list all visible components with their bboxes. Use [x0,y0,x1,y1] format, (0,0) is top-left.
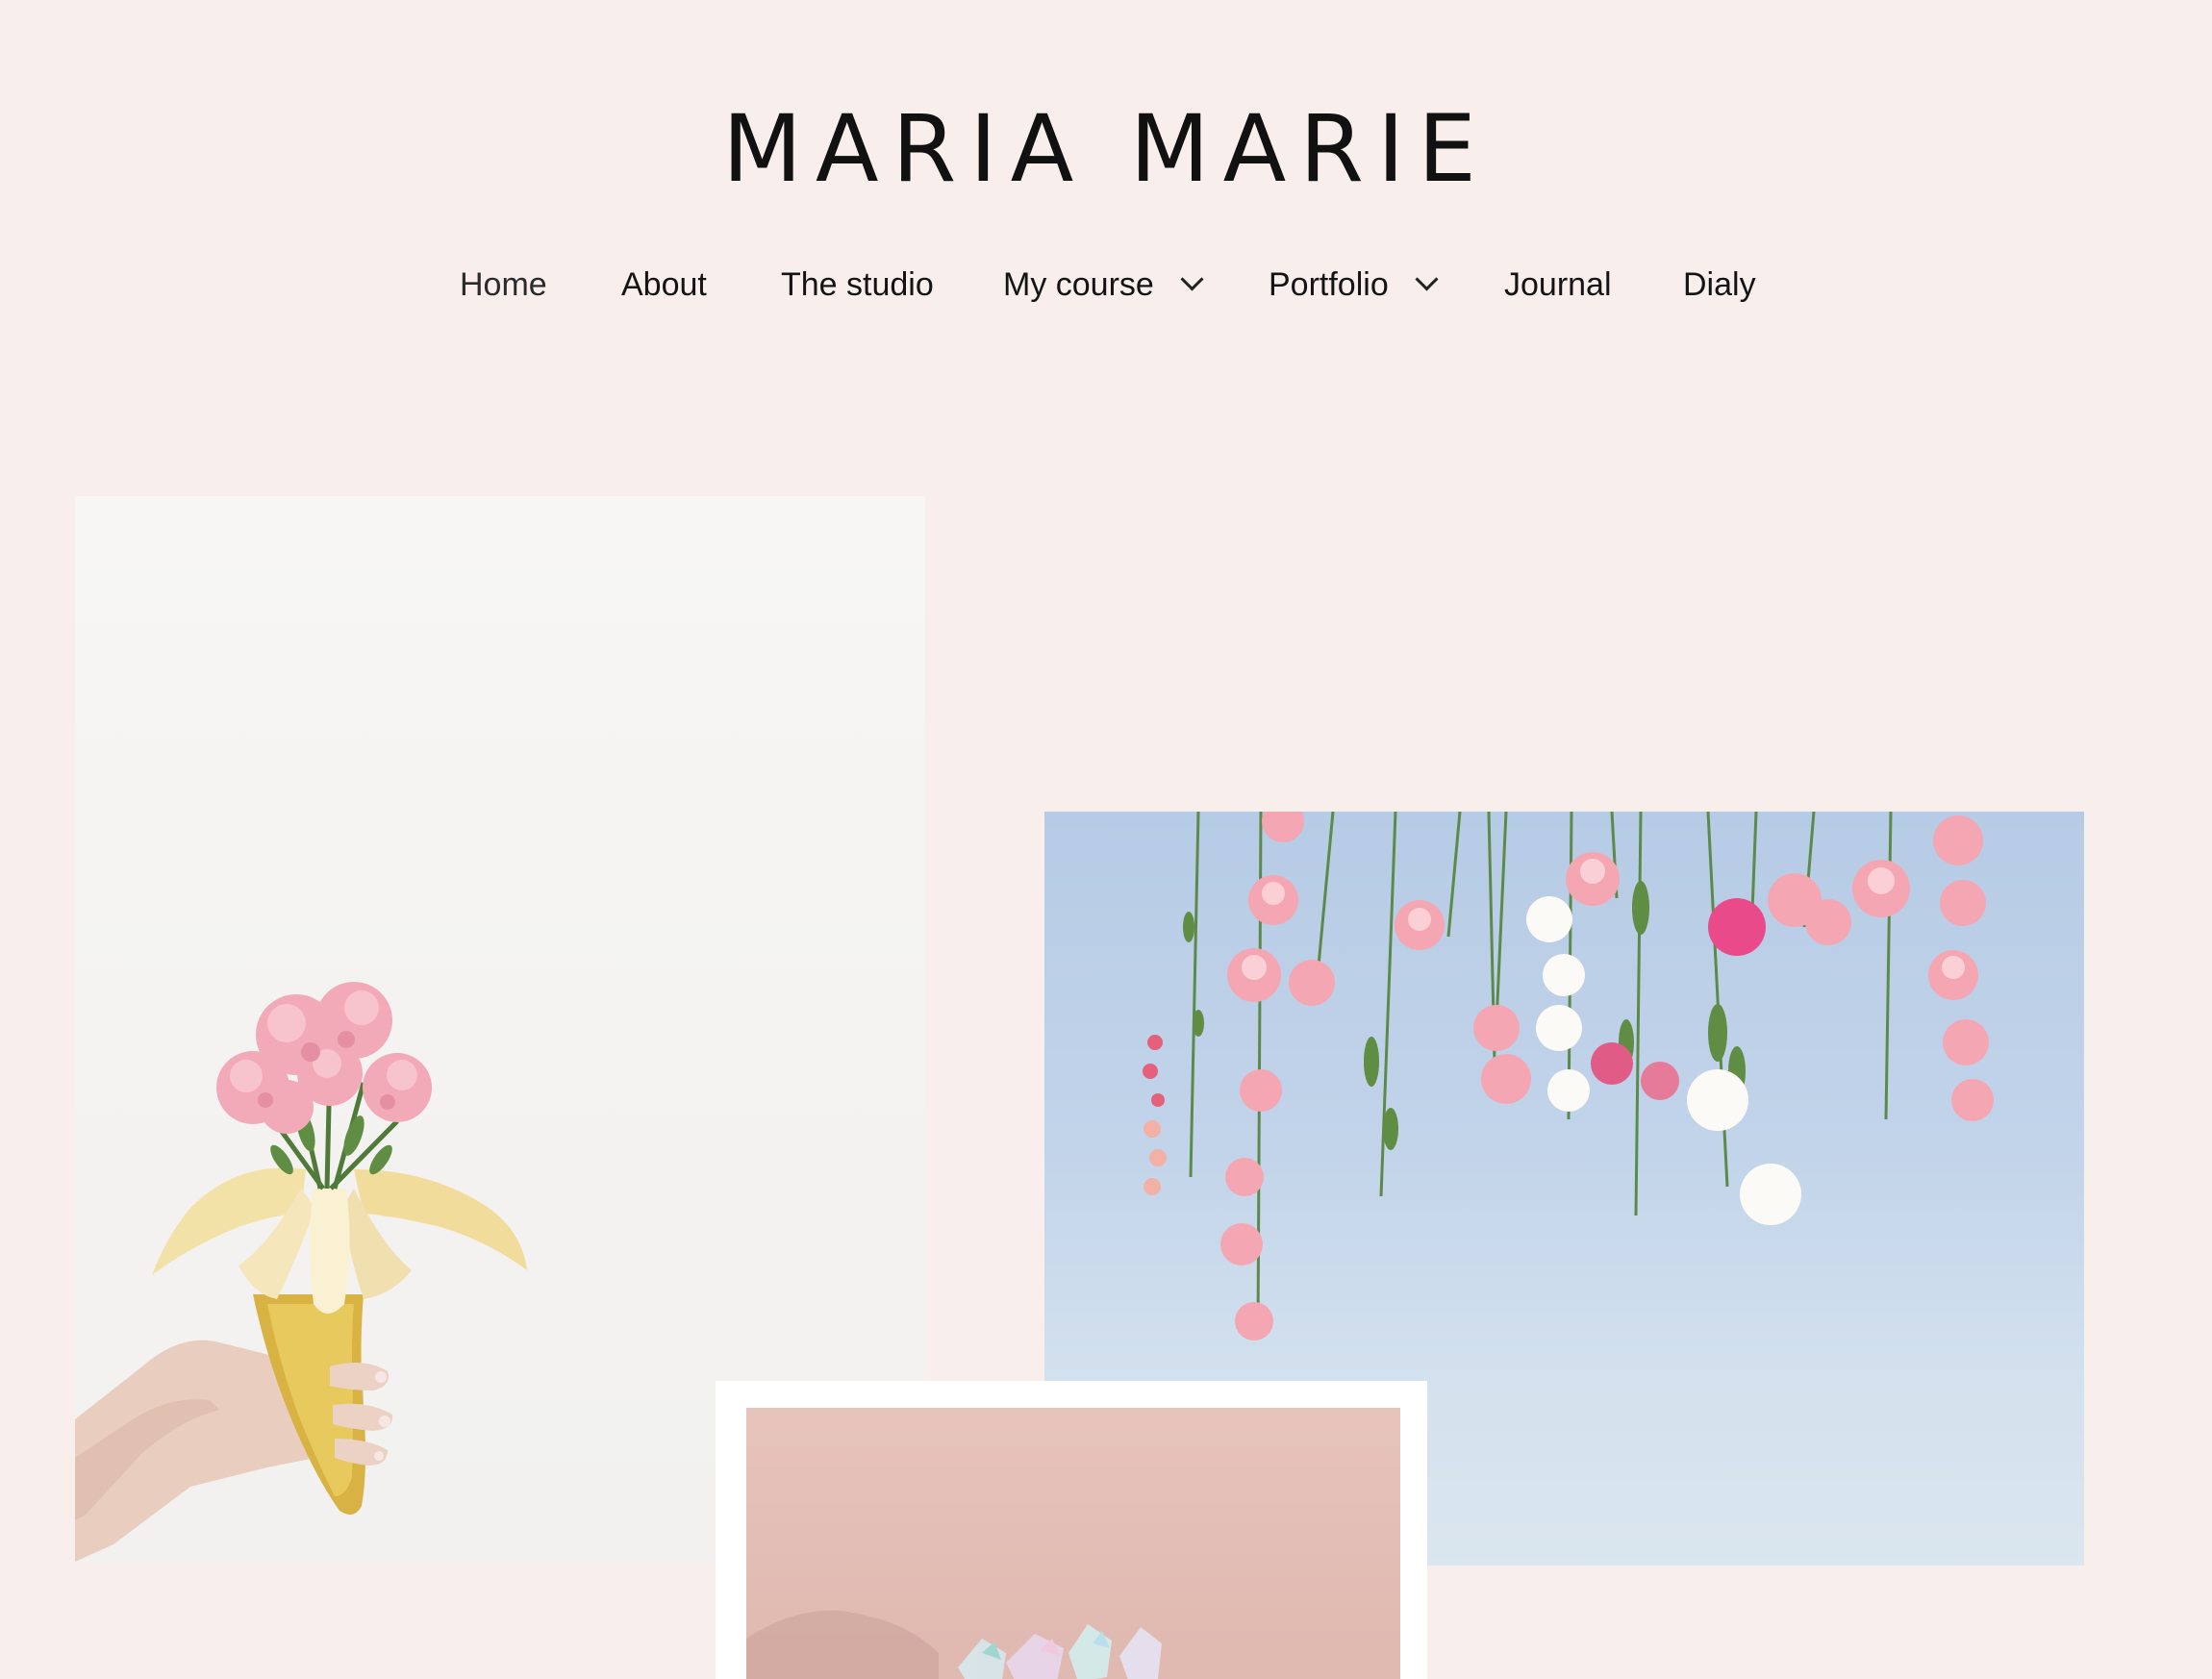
nav-item-journal[interactable]: Journal [1504,256,1612,313]
chevron-down-icon [1180,267,1204,291]
nav-item-label: My course [1003,266,1154,303]
nav-item-label: Portfolio [1269,266,1389,303]
nav-item-label: The studio [781,266,934,303]
nav-item-label: Dialy [1683,266,1756,303]
site-header: MARIA MARIE Home About The studio My cou… [0,0,2212,346]
nav-item-label: Journal [1504,266,1612,303]
site-logo[interactable]: MARIA MARIE [0,96,2212,202]
main-nav: Home About The studio My course Portfoli… [0,256,2212,313]
nav-item-label: Home [460,266,547,303]
nav-item-the-studio[interactable]: The studio [781,256,934,313]
nav-item-dialy[interactable]: Dialy [1683,256,1756,313]
nav-item-my-course[interactable]: My course [1003,256,1204,313]
crystals-illustration [746,1610,1162,1679]
nav-item-about[interactable]: About [621,256,707,313]
chevron-down-icon [1415,267,1439,291]
nav-item-label: About [621,266,707,303]
nav-item-portfolio[interactable]: Portfolio [1269,256,1439,313]
photo-crystals-image [746,1408,1400,1679]
photo-crystals[interactable] [716,1381,1427,1679]
nav-item-home[interactable]: Home [460,256,547,313]
